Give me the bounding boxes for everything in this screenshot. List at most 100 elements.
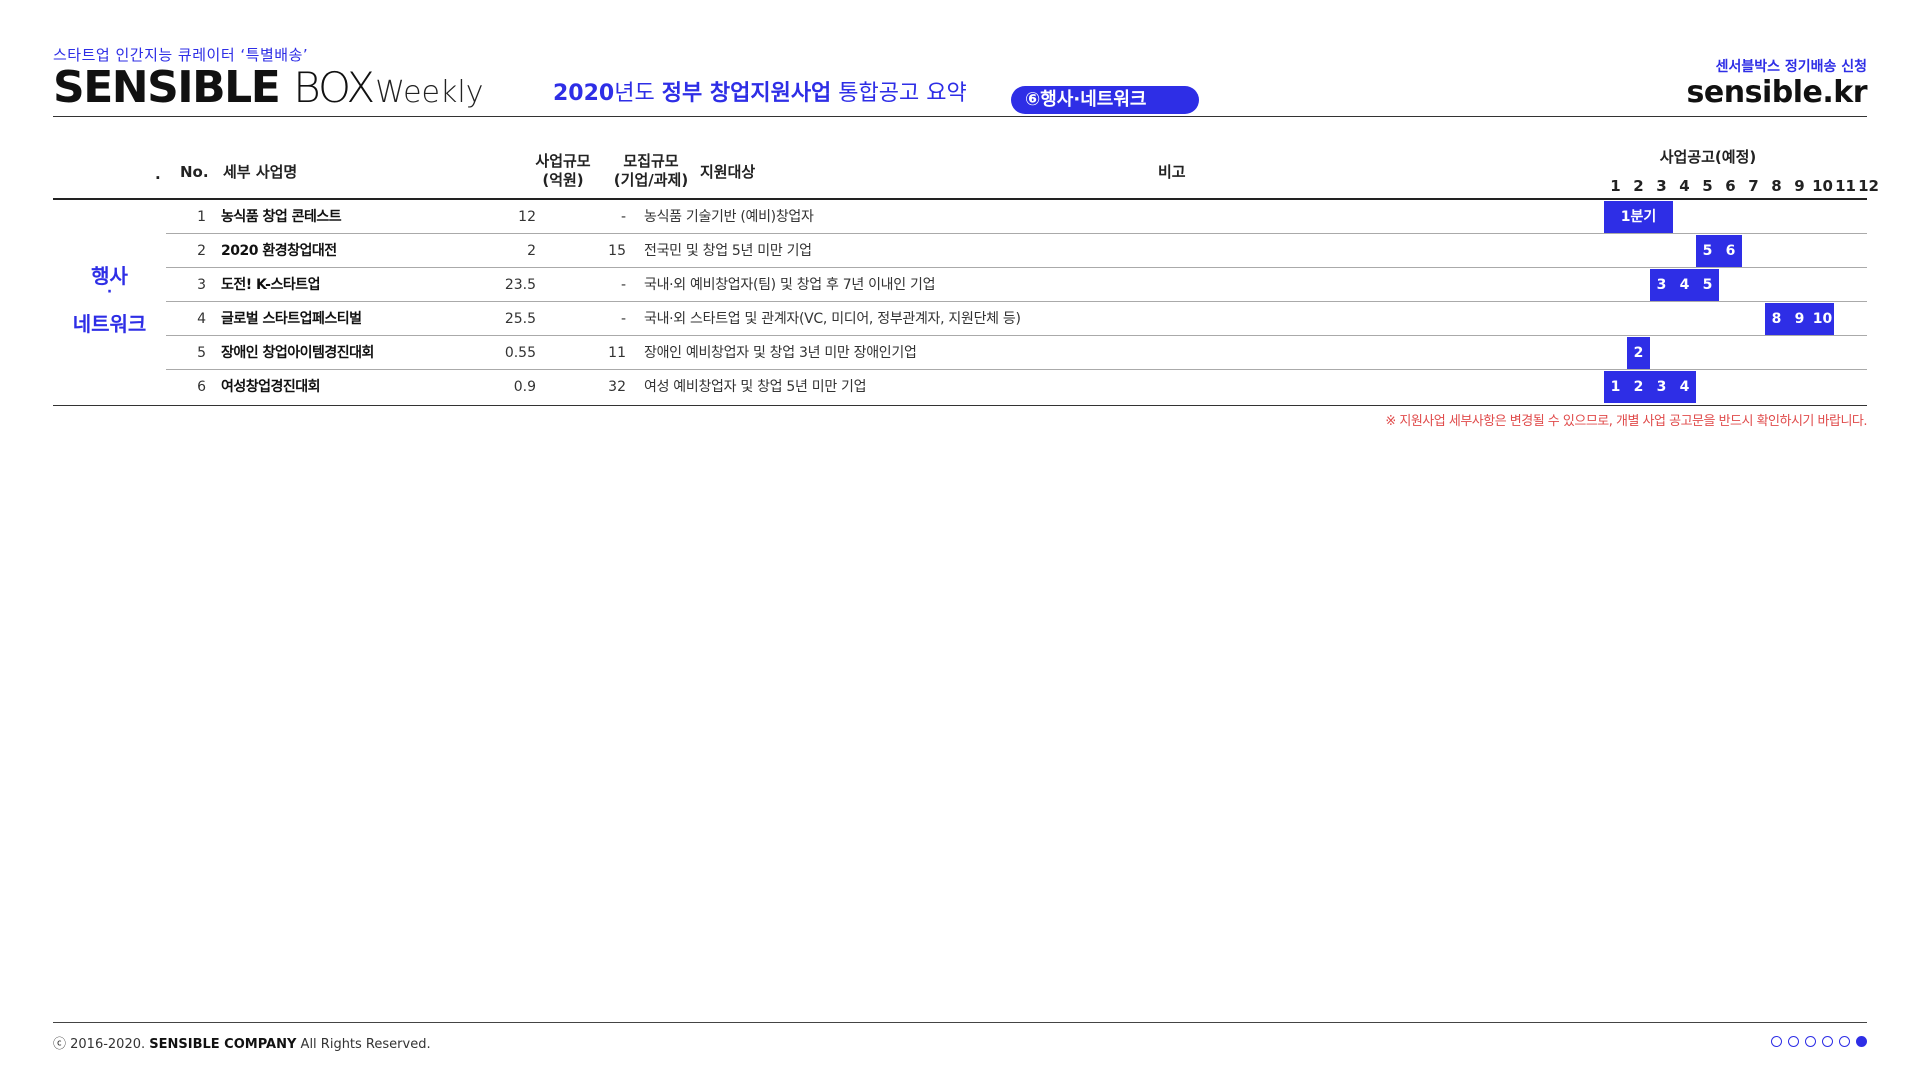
copyright: ⓒ 2016-2020. SENSIBLE COMPANY All Rights… <box>53 1033 431 1052</box>
schedule-month: 2 <box>1633 345 1644 361</box>
page-dot[interactable] <box>1788 1036 1799 1047</box>
schedule-month: 4 <box>1679 379 1690 395</box>
row-recruit: - <box>620 277 626 293</box>
month-header: 3 <box>1656 177 1667 195</box>
row-name: 농식품 창업 콘테스트 <box>221 209 342 225</box>
row-target: 농식품 기술기반 (예비)창업자 <box>644 209 814 225</box>
row-name: 도전! K-스타트업 <box>221 277 320 293</box>
category-label: 행사 · 네트워크 <box>53 200 166 405</box>
month-header: 7 <box>1748 177 1759 195</box>
table-header: . No. 세부 사업명 사업규모 (억원) 모집규모 (기업/과제) 지원대상… <box>53 148 1879 200</box>
brand-sensible: SENSIBLE <box>53 62 281 113</box>
month-header: 6 <box>1725 177 1736 195</box>
row-target: 국내·외 예비창업자(팀) 및 창업 후 7년 이내인 기업 <box>644 277 936 293</box>
month-header: 5 <box>1702 177 1713 195</box>
row-no: 3 <box>197 277 206 293</box>
row-no: 4 <box>197 311 206 327</box>
header-dot: . <box>155 165 161 183</box>
brand-weekly: Weekly <box>375 75 484 110</box>
company-name: SENSIBLE COMPANY <box>149 1037 297 1052</box>
header-scale-line2: (억원) <box>542 171 584 189</box>
row-recruit: - <box>620 311 626 327</box>
row-scale: 2 <box>527 243 536 259</box>
page-header: 스타트업 인간지능 큐레이터 ‘특별배송’ SENSIBLE BOXWeekly … <box>53 44 1868 117</box>
schedule-month: 1 <box>1610 379 1621 395</box>
title-part2: 정부 창업지원사업 <box>661 81 832 106</box>
row-no: 6 <box>197 379 206 395</box>
row-no: 1 <box>197 209 206 225</box>
month-header: 11 <box>1835 177 1856 195</box>
title-year: 2020 <box>553 81 615 106</box>
page-title: 2020년도 정부 창업지원사업 통합공고 요약 <box>553 83 967 105</box>
page-dot[interactable] <box>1805 1036 1816 1047</box>
schedule-month: 2 <box>1633 379 1644 395</box>
row-target: 전국민 및 창업 5년 미만 기업 <box>644 243 812 259</box>
month-header: 8 <box>1771 177 1782 195</box>
header-note: 비고 <box>1158 163 1186 181</box>
schedule-month: 5 <box>1702 277 1713 293</box>
schedule-month: 10 <box>1812 311 1833 327</box>
category-line2: 네트워크 <box>72 312 147 336</box>
schedule-bar: 345 <box>1650 269 1719 301</box>
header-recruit: 모집규모 (기업/과제) <box>601 152 701 190</box>
row-no: 2 <box>197 243 206 259</box>
month-header: 2 <box>1633 177 1644 195</box>
month-header: 9 <box>1794 177 1805 195</box>
brand-box: BOX <box>293 63 375 112</box>
schedule-month: 3 <box>1656 277 1667 293</box>
month-header: 1 <box>1610 177 1621 195</box>
header-scale: 사업규모 (억원) <box>523 152 603 190</box>
header-scale-line1: 사업규모 <box>535 152 591 170</box>
page-dot[interactable] <box>1771 1036 1782 1047</box>
subscribe-link[interactable]: 센서블박스 정기배송 신청 <box>1716 56 1867 76</box>
schedule-bar: 56 <box>1696 235 1742 267</box>
title-part3: 통합공고 요약 <box>831 81 967 106</box>
row-no: 5 <box>197 345 206 361</box>
row-recruit: 32 <box>608 379 626 395</box>
schedule-month: 3 <box>1656 379 1667 395</box>
table-row: 2 2020 환경창업대전 2 15 전국민 및 창업 5년 미만 기업 5 6 <box>166 234 1867 268</box>
row-recruit: 15 <box>608 243 626 259</box>
row-target: 국내·외 스타트업 및 관계자(VC, 미디어, 정부관계자, 지원단체 등) <box>644 311 1021 327</box>
rights-text: All Rights Reserved. <box>300 1037 431 1052</box>
row-scale: 0.9 <box>513 379 536 395</box>
schedule-month: 9 <box>1794 311 1805 327</box>
row-name: 장애인 창업아이템경진대회 <box>221 345 374 361</box>
schedule-month: 6 <box>1725 243 1736 259</box>
table-row: 1 농식품 창업 콘테스트 12 - 농식품 기술기반 (예비)창업자 1분기 <box>166 200 1867 234</box>
header-target: 지원대상 <box>700 163 756 181</box>
header-no: No. <box>180 163 209 181</box>
program-table: . No. 세부 사업명 사업규모 (억원) 모집규모 (기업/과제) 지원대상… <box>53 148 1879 406</box>
site-link[interactable]: sensible.kr <box>1687 78 1868 108</box>
disclaimer-note: ※ 지원사업 세부사항은 변경될 수 있으므로, 개별 사업 공고문을 반드시 … <box>1385 414 1867 429</box>
page-dot[interactable] <box>1839 1036 1850 1047</box>
row-target: 여성 예비창업자 및 창업 5년 미만 기업 <box>644 379 867 395</box>
page-dot[interactable] <box>1856 1036 1867 1047</box>
page-dot[interactable] <box>1822 1036 1833 1047</box>
title-part1: 년도 <box>614 81 662 106</box>
header-recruit-line2: (기업/과제) <box>613 171 689 189</box>
header-name: 세부 사업명 <box>223 163 298 181</box>
row-recruit: 11 <box>608 345 626 361</box>
schedule-bar: 8 9 10 <box>1765 303 1834 335</box>
schedule-bar: 2 <box>1627 337 1650 369</box>
header-recruit-line1: 모집규모 <box>623 152 679 170</box>
table-row: 6 여성창업경진대회 0.9 32 여성 예비창업자 및 창업 5년 미만 기업 1 2 3 4 <box>166 370 1867 404</box>
month-header: 4 <box>1679 177 1690 195</box>
page-footer: ⓒ 2016-2020. SENSIBLE COMPANY All Rights… <box>53 1022 1867 1052</box>
row-scale: 23.5 <box>504 277 536 293</box>
row-scale: 0.55 <box>504 345 536 361</box>
row-name: 여성창업경진대회 <box>221 379 321 395</box>
row-name: 글로벌 스타트업페스티벌 <box>221 311 362 327</box>
schedule-bar: 1분기 <box>1604 201 1673 233</box>
month-header: 12 <box>1858 177 1879 195</box>
row-name: 2020 환경창업대전 <box>221 243 337 259</box>
month-header: 10 <box>1812 177 1833 195</box>
table-row: 4 글로벌 스타트업페스티벌 25.5 - 국내·외 스타트업 및 관계자(VC, 미디… <box>166 302 1867 336</box>
category-pill: ⑥행사·네트워크 <box>1011 86 1199 114</box>
table-bottom-rule <box>53 405 1867 406</box>
row-recruit: - <box>620 209 626 225</box>
schedule-month: 5 <box>1702 243 1713 259</box>
category-dot: · <box>106 284 113 300</box>
table-row: 3 도전! K-스타트업 23.5 - 국내·외 예비창업자(팀) 및 창업 후 7년 … <box>166 268 1867 302</box>
